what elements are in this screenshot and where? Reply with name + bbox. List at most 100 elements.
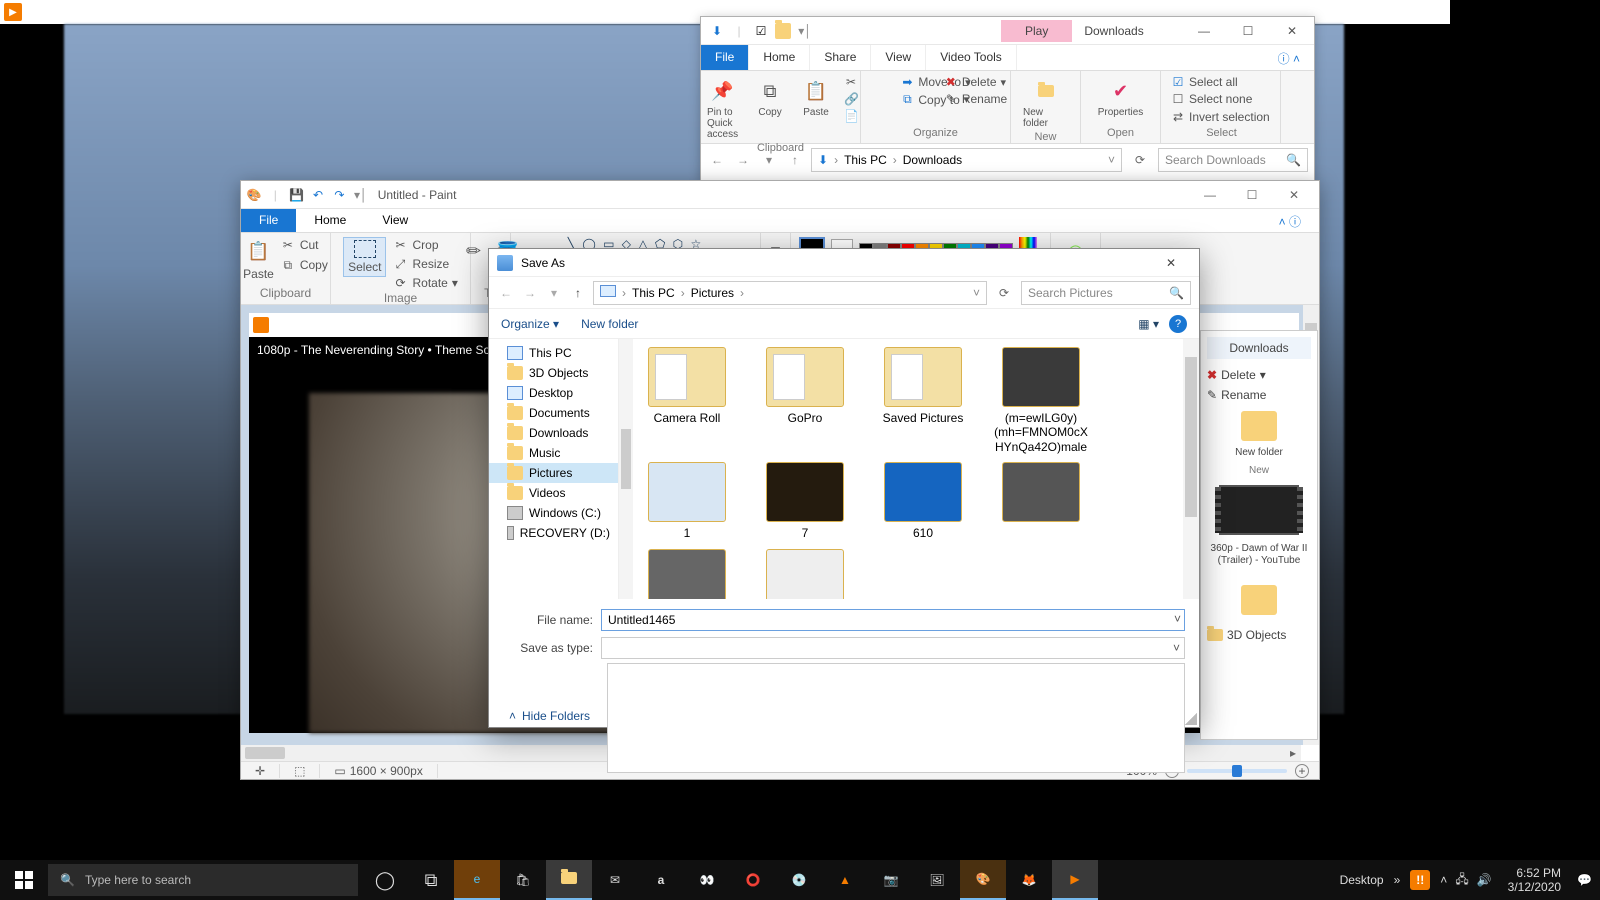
zoom-in-button[interactable]: + [1295,764,1309,778]
saveas-forward-button[interactable]: → [521,286,539,300]
paint-cut-button[interactable]: ✂Cut [280,237,328,253]
properties-button[interactable]: ✔Properties [1094,75,1148,120]
nav-back-button[interactable]: ← [707,153,727,167]
organize-menu[interactable]: Organize ▾ [501,317,559,331]
explorer-qat[interactable]: ⬇ | ☑ ▾│ [701,23,821,39]
saveas-recent-button[interactable]: ▾ [545,286,563,300]
paint-tab-file[interactable]: File [241,209,296,232]
nav-recent-button[interactable]: ▾ [759,153,779,167]
peek-delete-button[interactable]: ✖Delete ▾ [1207,365,1311,385]
qat-checkbox-icon[interactable]: ☑ [753,23,769,39]
file-item[interactable]: (m=ewILG0y)(mh=FMNOM0cXHYnQa42O)male [991,347,1091,454]
peek-tree-3dobjects[interactable]: 3D Objects [1207,625,1311,645]
explorer-tab-home[interactable]: Home [749,45,810,70]
select-all-button[interactable]: ☑Select all [1171,75,1238,89]
paint-close-button[interactable]: ✕ [1273,181,1315,209]
address-dropdown-icon[interactable]: ˅ [1108,153,1115,167]
file-item[interactable]: 7 [755,462,855,540]
redo-icon[interactable]: ↷ [330,188,348,202]
nav-item[interactable]: RECOVERY (D:) [489,523,618,543]
saveas-file-grid[interactable]: Camera RollGoProSaved Pictures(m=ewILG0y… [633,339,1199,599]
saveas-back-button[interactable]: ← [497,286,515,300]
peek-header-downloads[interactable]: Downloads [1207,337,1311,359]
explorer-tab-videotools[interactable]: Video Tools [926,45,1017,70]
action-center-icon[interactable]: 💬 [1577,873,1592,887]
down-arrow-icon[interactable]: ⬇ [709,23,725,39]
nav-item[interactable]: Music [489,443,618,463]
tray-chevron-up-icon[interactable]: ˄ [1440,873,1447,887]
paint-help-icon[interactable]: ˄ ⓘ [1261,209,1319,232]
taskbar-circle-app[interactable]: ⭕ [730,860,776,900]
saveas-nav-tree[interactable]: This PC3D ObjectsDesktopDocumentsDownloa… [489,339,619,599]
tray-alert-icon[interactable]: !! [1410,870,1430,890]
taskbar-vlc[interactable]: ▲ [822,860,868,900]
paste-button[interactable]: 📋Paste [798,75,834,142]
paint-paste-button[interactable]: 📋Paste [243,237,274,281]
undo-icon[interactable]: ↶ [309,188,327,202]
select-none-button[interactable]: ☐Select none [1171,92,1252,106]
minimize-button[interactable]: — [1182,17,1226,45]
filename-input[interactable] [601,609,1185,631]
taskbar-media-player[interactable]: ▶ [1052,860,1098,900]
help-icon[interactable]: ? [1169,315,1187,333]
delete-button[interactable]: ✖Delete ▾ [944,75,1006,89]
crumb-pictures[interactable]: Pictures [691,286,734,300]
type-dropdown-icon[interactable]: ˅ [1173,641,1180,655]
taskbar-music-app[interactable]: 💿 [776,860,822,900]
maximize-button[interactable]: ☐ [1226,17,1270,45]
taskbar-paint[interactable]: 🎨 [960,860,1006,900]
peek-rename-button[interactable]: ✎Rename [1207,385,1311,405]
pin-quick-access-button[interactable]: 📌Pin to Quick access [703,75,742,142]
paint-minimize-button[interactable]: — [1189,181,1231,209]
nav-item[interactable]: Downloads [489,423,618,443]
nav-item[interactable]: Videos [489,483,618,503]
saveas-address-bar[interactable]: › This PC › Pictures › ˅ [593,281,987,305]
nav-item[interactable]: This PC [489,343,618,363]
file-item[interactable]: 1 [637,462,737,540]
crumb-this-pc[interactable]: This PC [632,286,675,300]
cortana-button[interactable]: ◯ [362,860,408,900]
taskbar-photo[interactable]: 🖼 [914,860,960,900]
explorer-tab-file[interactable]: File [701,45,749,70]
nav-item[interactable]: Documents [489,403,618,423]
qat-overflow-icon[interactable]: ▾│ [797,23,813,39]
saveas-refresh-button[interactable]: ⟳ [993,286,1015,300]
file-item[interactable]: Camera Roll [637,347,737,454]
paint-rotate-button[interactable]: ⟳Rotate ▾ [392,275,457,291]
new-folder-button[interactable]: New folder [581,317,638,331]
nav-item[interactable]: Windows (C:) [489,503,618,523]
explorer-tab-view[interactable]: View [871,45,926,70]
close-button[interactable]: ✕ [1270,17,1314,45]
taskbar-amazon[interactable]: a [638,860,684,900]
saveas-up-button[interactable]: ↑ [569,286,587,300]
crumb-this-pc[interactable]: This PC [844,153,887,167]
nav-item[interactable]: 3D Objects [489,363,618,383]
explorer-tab-share[interactable]: Share [810,45,871,70]
copy-button[interactable]: ⧉Copy [752,75,788,142]
peek-newfolder[interactable]: New folder [1207,447,1311,459]
taskbar-store[interactable]: 🛍 [500,860,546,900]
paint-resize-button[interactable]: ⤢Resize [392,256,457,272]
paint-tab-view[interactable]: View [364,209,426,232]
nav-item[interactable]: Desktop [489,383,618,403]
rename-button[interactable]: ✎Rename [944,92,1007,106]
crumb-downloads[interactable]: Downloads [903,153,962,167]
taskbar-mail[interactable]: ✉ [592,860,638,900]
saveas-close-button[interactable]: ✕ [1151,249,1191,277]
paint-qat[interactable]: 🎨 | 💾 ↶ ↷ ▾│ [245,188,370,202]
task-view-button[interactable]: ⧉ [408,860,454,900]
filename-dropdown-icon[interactable]: ˅ [1174,612,1181,626]
files-scrollbar[interactable] [1183,339,1199,599]
address-dropdown-icon[interactable]: ˅ [973,286,980,300]
resize-grip-icon[interactable] [1185,713,1197,725]
save-icon[interactable]: 💾 [288,188,306,202]
paint-select-button[interactable]: Select [343,237,386,277]
tray-desktop-label[interactable]: Desktop [1340,873,1384,887]
paint-crop-button[interactable]: ✂Crop [392,237,457,253]
nav-forward-button[interactable]: → [733,153,753,167]
taskbar-search[interactable]: 🔍Type here to search [48,864,358,896]
saveas-search[interactable]: Search Pictures 🔍 [1021,281,1191,305]
zoom-slider[interactable] [1187,769,1287,773]
paint-maximize-button[interactable]: ☐ [1231,181,1273,209]
taskbar-tripadvisor[interactable]: 👀 [684,860,730,900]
